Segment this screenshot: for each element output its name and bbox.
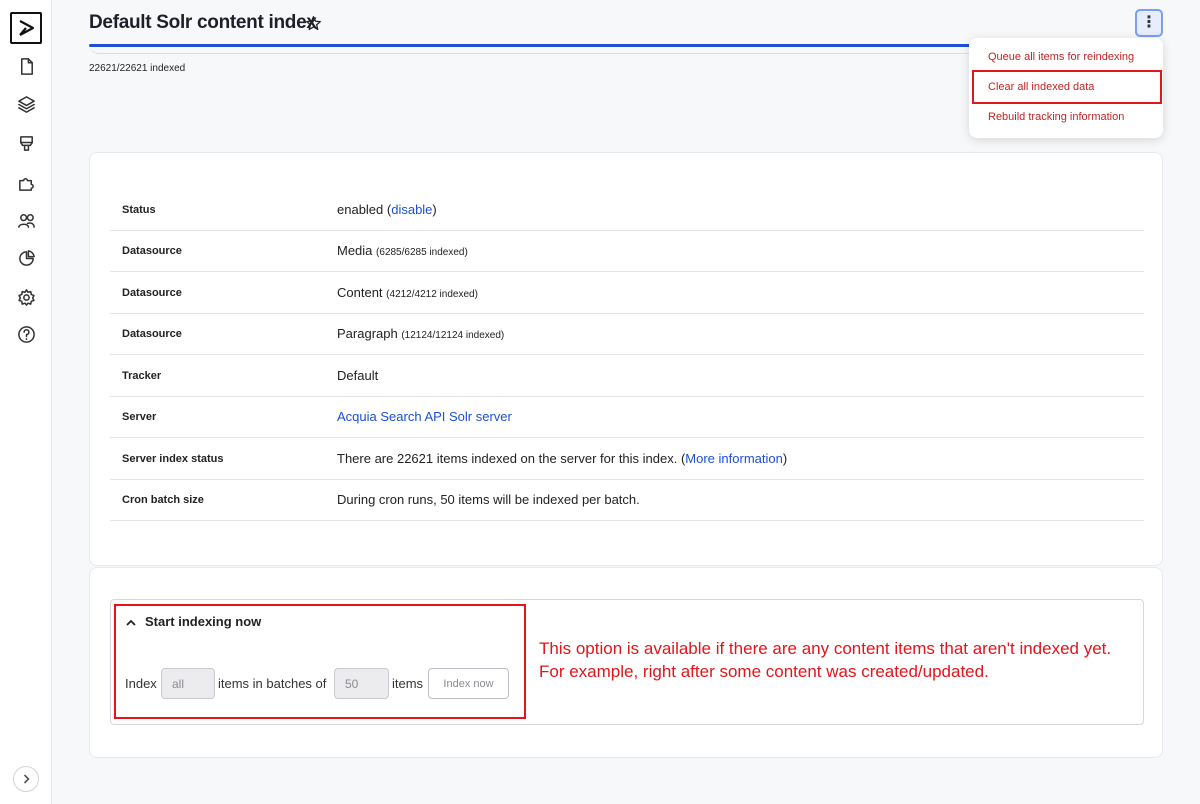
chevron-right-icon [23,774,30,784]
more-information-link[interactable]: More information [685,451,783,466]
table-row: Datasource Paragraph (12124/12124 indexe… [110,314,1144,355]
puzzle-icon[interactable] [14,170,38,194]
annotation-line: This option is available if there are an… [539,639,1112,658]
row-value: Default [337,368,379,383]
row-value: enabled (disable) [337,202,437,217]
row-label: Server index status [122,453,224,465]
table-row: Datasource Content (4212/4212 indexed) [110,273,1144,314]
row-value: During cron runs, 50 items will be index… [337,492,640,507]
table-row: Server index status There are 22621 item… [110,439,1144,480]
queue-reindex-item[interactable]: Queue all items for reindexing [988,51,1134,63]
row-value: Acquia Search API Solr server [337,409,512,424]
sidebar [0,0,52,804]
server-link[interactable]: Acquia Search API Solr server [337,409,512,424]
index-info-card: Status enabled (disable) Datasource Medi… [89,152,1163,566]
brush-icon[interactable] [14,131,38,155]
highlight-box [972,70,1162,104]
logo-icon[interactable] [10,12,42,44]
row-label: Datasource [122,245,182,257]
people-icon[interactable] [14,208,38,232]
row-label: Status [122,204,156,216]
table-row: Server Acquia Search API Solr server [110,397,1144,438]
rebuild-tracking-item[interactable]: Rebuild tracking information [988,111,1124,123]
expand-sidebar-button[interactable] [13,766,39,792]
row-value: Content (4212/4212 indexed) [337,285,478,300]
star-icon[interactable] [305,15,322,32]
row-label: Cron batch size [122,494,204,506]
row-label: Server [122,411,157,423]
page-title: Default Solr content index [89,12,317,33]
row-value: Media (6285/6285 indexed) [337,243,468,258]
indexed-count: 22621/22621 indexed [89,63,186,74]
highlight-box [114,604,526,719]
kebab-icon: ⋮ [1141,14,1157,31]
row-label: Tracker [122,370,162,382]
layers-icon[interactable] [14,92,38,116]
help-icon[interactable] [14,322,38,346]
document-icon[interactable] [14,54,38,78]
disable-link[interactable]: disable [391,202,432,217]
table-row: Tracker Default [110,356,1144,397]
table-row: Datasource Media (6285/6285 indexed) [110,231,1144,272]
table-row: Status enabled (disable) [110,190,1144,231]
annotation-line: For example, right after some content wa… [539,662,989,681]
row-label: Datasource [122,328,182,340]
table-row: Cron batch size During cron runs, 50 ite… [110,480,1144,521]
row-value: Paragraph (12124/12124 indexed) [337,326,505,341]
annotation-text: This option is available if there are an… [539,637,1139,683]
more-actions-button[interactable]: ⋮ [1135,9,1163,37]
row-label: Datasource [122,287,182,299]
pie-chart-icon[interactable] [14,246,38,270]
gear-icon[interactable] [14,285,38,309]
row-value: There are 22621 items indexed on the ser… [337,451,788,466]
